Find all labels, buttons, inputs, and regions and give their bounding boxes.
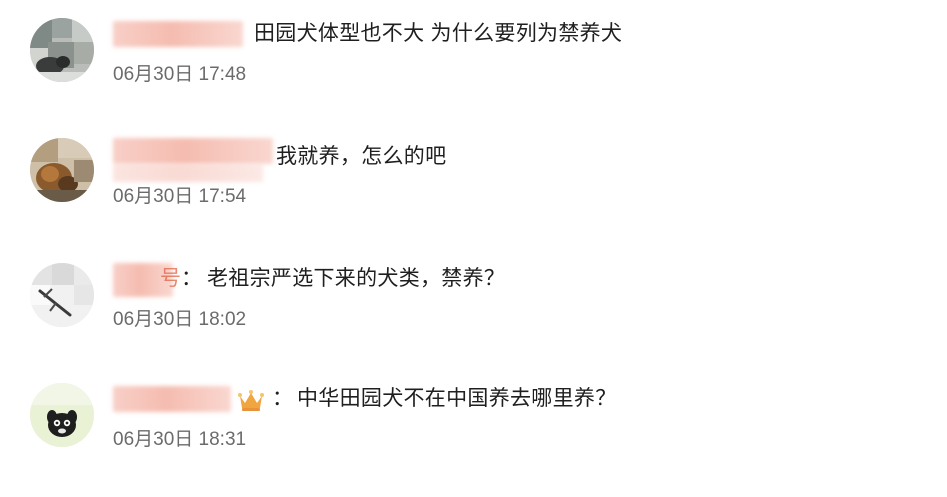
gray-dog-avatar-icon (30, 18, 94, 82)
comment-text: 老祖宗严选下来的犬类，禁养？ (207, 267, 506, 290)
comment-item: 田园犬体型也不大 为什么要列为禁养犬 06月30日 17:48 (0, 0, 947, 118)
comment-colon: ： (272, 387, 293, 410)
cartoon-dog-avatar-icon (30, 383, 94, 447)
brown-dog-avatar-icon (30, 138, 94, 202)
comment-timestamp: 06月30日 18:02 (113, 309, 247, 330)
comment-text: 田园犬体型也不大 为什么要列为禁养犬 (254, 22, 623, 45)
comment-text: 我就养，怎么的吧 (276, 145, 447, 168)
username-fragment: 号 (160, 267, 182, 290)
comment-timestamp: 06月30日 17:54 (113, 186, 247, 207)
sketch-avatar-icon (30, 263, 94, 327)
user-avatar[interactable] (30, 383, 94, 447)
comment-timestamp: 06月30日 17:48 (113, 64, 247, 85)
user-avatar[interactable] (30, 18, 94, 82)
username-blurred[interactable] (113, 386, 231, 412)
user-avatar[interactable] (30, 263, 94, 327)
comment-colon: ： (181, 267, 202, 290)
comment-item: 号 ： 老祖宗严选下来的犬类，禁养？ 06月30日 18:02 (0, 245, 947, 363)
user-avatar[interactable] (30, 138, 94, 202)
comment-text: 中华田园犬不在中国养去哪里养？ (297, 387, 617, 410)
username-blurred[interactable] (113, 138, 273, 164)
comment-item: ： 中华田园犬不在中国养去哪里养？ 06月30日 18:31 (0, 365, 947, 483)
username-blurred[interactable] (113, 21, 243, 47)
username-blurred-secondary (113, 164, 263, 182)
comment-item: 我就养，怎么的吧 06月30日 17:54 (0, 120, 947, 238)
crown-icon (238, 390, 264, 411)
comment-timestamp: 06月30日 18:31 (113, 429, 247, 450)
